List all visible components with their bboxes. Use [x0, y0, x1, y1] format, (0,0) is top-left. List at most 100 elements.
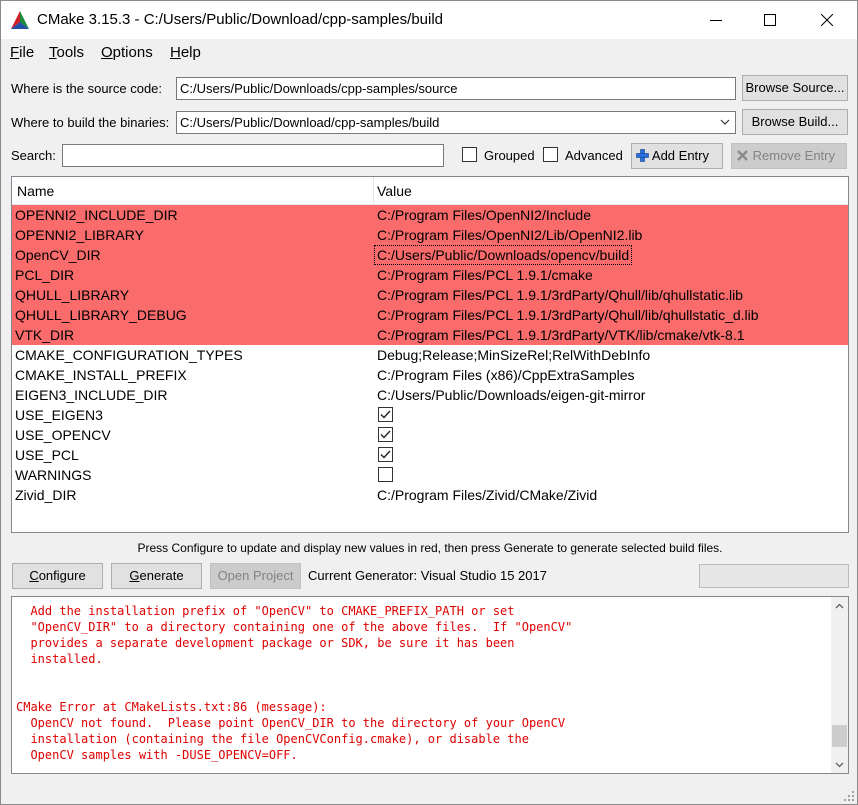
- browse-source-button[interactable]: Browse Source...: [742, 75, 848, 101]
- window-title: CMake 3.15.3 - C:/Users/Public/Download/…: [37, 11, 444, 28]
- cache-entry-name: USE_OPENCV: [15, 427, 111, 443]
- cache-entry-name: OpenCV_DIR: [15, 247, 101, 263]
- cache-entry-value[interactable]: C:/Program Files/PCL 1.9.1/3rdParty/VTK/…: [377, 327, 745, 343]
- table-row[interactable]: USE_EIGEN3: [12, 405, 848, 425]
- build-path-value: C:/Users/Public/Download/cpp-samples/bui…: [180, 115, 440, 130]
- cmake-window: CMake 3.15.3 - C:/Users/Public/Download/…: [0, 0, 858, 805]
- menu-file[interactable]: File: [10, 44, 34, 61]
- checkmark-icon: [380, 410, 391, 419]
- cache-entry-name: USE_EIGEN3: [15, 407, 103, 423]
- table-header: Name Value: [12, 177, 848, 205]
- chevron-down-icon: [835, 762, 844, 767]
- cache-entry-name: PCL_DIR: [15, 267, 75, 283]
- menu-help[interactable]: Help: [170, 44, 201, 61]
- current-generator: Current Generator: Visual Studio 15 2017: [308, 568, 547, 583]
- cache-entry-value[interactable]: C:/Program Files/Zivid/CMake/Zivid: [377, 487, 597, 503]
- log-scrollbar[interactable]: [831, 597, 848, 773]
- table-row[interactable]: VTK_DIR C:/Program Files/PCL 1.9.1/3rdPar…: [12, 325, 848, 345]
- minimize-button[interactable]: [693, 1, 739, 39]
- cache-entry-checkbox[interactable]: [378, 467, 393, 482]
- cache-entry-name: CMAKE_CONFIGURATION_TYPES: [15, 347, 243, 363]
- table-body: OPENNI2_INCLUDE_DIR C:/Program Files/Open…: [12, 205, 848, 505]
- resize-grip-icon[interactable]: [843, 790, 855, 802]
- cache-entry-checkbox[interactable]: [378, 447, 393, 462]
- cache-entry-name: WARNINGS: [15, 467, 92, 483]
- checkmark-icon: [380, 450, 391, 459]
- cache-entry-name: USE_PCL: [15, 447, 79, 463]
- scroll-down-button[interactable]: [831, 756, 848, 773]
- table-row[interactable]: QHULL_LIBRARY_DEBUG C:/Program Files/PCL …: [12, 305, 848, 325]
- grouped-checkbox[interactable]: [462, 147, 477, 162]
- table-row[interactable]: USE_OPENCV: [12, 425, 848, 445]
- table-row[interactable]: PCL_DIR C:/Program Files/PCL 1.9.1/cmake: [12, 265, 848, 285]
- cache-entry-name: OPENNI2_INCLUDE_DIR: [15, 207, 178, 223]
- remove-entry-label: Remove Entry: [752, 148, 835, 163]
- output-log[interactable]: Add the installation prefix of "OpenCV" …: [11, 596, 849, 774]
- menu-options[interactable]: Options: [101, 44, 153, 61]
- advanced-label: Advanced: [565, 148, 623, 163]
- advanced-checkbox[interactable]: [543, 147, 558, 162]
- log-text: Add the installation prefix of "OpenCV" …: [16, 604, 573, 762]
- cache-entry-name: OPENNI2_LIBRARY: [15, 227, 144, 243]
- chevron-down-icon[interactable]: [719, 116, 731, 128]
- cache-entry-value[interactable]: C:/Program Files/OpenNI2/Lib/OpenNI2.lib: [377, 227, 642, 243]
- table-row[interactable]: Zivid_DIR C:/Program Files/Zivid/CMake/Zi…: [12, 485, 848, 505]
- maximize-icon: [764, 14, 776, 26]
- search-input[interactable]: [62, 144, 444, 167]
- table-row[interactable]: QHULL_LIBRARY C:/Program Files/PCL 1.9.1/…: [12, 285, 848, 305]
- table-row[interactable]: OpenCV_DIR C:/Users/Public/Downloads/open…: [12, 245, 848, 265]
- cache-entry-value[interactable]: C:/Users/Public/Downloads/opencv/build: [373, 245, 633, 265]
- column-header-name[interactable]: Name: [17, 183, 54, 199]
- column-header-value[interactable]: Value: [377, 183, 412, 199]
- cache-entry-value[interactable]: C:/Program Files/PCL 1.9.1/cmake: [377, 267, 593, 283]
- scroll-thumb[interactable]: [832, 725, 847, 747]
- remove-entry-button[interactable]: Remove Entry: [731, 143, 847, 169]
- menu-tools[interactable]: Tools: [49, 44, 84, 61]
- cache-entry-value[interactable]: C:/Users/Public/Downloads/eigen-git-mirr…: [377, 387, 645, 403]
- chevron-up-icon: [835, 603, 844, 608]
- cache-entry-checkbox[interactable]: [378, 427, 393, 442]
- generate-button[interactable]: Generate: [111, 563, 202, 589]
- table-row[interactable]: EIGEN3_INCLUDE_DIR C:/Users/Public/Downlo…: [12, 385, 848, 405]
- cache-entry-value[interactable]: C:/Program Files/OpenNI2/Include: [377, 207, 591, 223]
- build-label: Where to build the binaries:: [11, 115, 170, 130]
- cache-entry-checkbox[interactable]: [378, 407, 393, 422]
- minimize-icon: [710, 20, 722, 21]
- build-path-combo[interactable]: C:/Users/Public/Download/cpp-samples/bui…: [176, 111, 736, 134]
- table-row[interactable]: USE_PCL: [12, 445, 848, 465]
- progress-bar: [699, 564, 849, 588]
- cache-entry-value[interactable]: Debug;Release;MinSizeRel;RelWithDebInfo: [377, 347, 650, 363]
- add-entry-button[interactable]: Add Entry: [631, 143, 723, 169]
- cache-entry-value[interactable]: C:/Program Files/PCL 1.9.1/3rdParty/Qhul…: [377, 287, 743, 303]
- menu-bar: File Tools Options Help: [1, 41, 857, 65]
- cache-entry-name: QHULL_LIBRARY: [15, 287, 130, 303]
- cache-table[interactable]: Name Value OPENNI2_INCLUDE_DIR C:/Program…: [11, 176, 849, 533]
- table-row[interactable]: WARNINGS: [12, 465, 848, 485]
- source-path-input[interactable]: C:/Users/Public/Downloads/cpp-samples/so…: [176, 77, 736, 100]
- column-divider[interactable]: [373, 177, 374, 205]
- remove-icon: [737, 150, 748, 161]
- scroll-up-button[interactable]: [831, 597, 848, 614]
- cmake-logo-icon: [11, 11, 29, 29]
- grouped-label: Grouped: [484, 148, 535, 163]
- title-bar[interactable]: CMake 3.15.3 - C:/Users/Public/Download/…: [1, 1, 857, 39]
- close-button[interactable]: [804, 1, 850, 39]
- configure-button[interactable]: Configure: [12, 563, 103, 589]
- cache-entry-name: QHULL_LIBRARY_DEBUG: [15, 307, 187, 323]
- table-row[interactable]: CMAKE_CONFIGURATION_TYPES Debug;Release;M…: [12, 345, 848, 365]
- open-project-button[interactable]: Open Project: [210, 563, 301, 589]
- cache-entry-name: CMAKE_INSTALL_PREFIX: [15, 367, 187, 383]
- cache-entry-name: EIGEN3_INCLUDE_DIR: [15, 387, 168, 403]
- table-row[interactable]: OPENNI2_INCLUDE_DIR C:/Program Files/Open…: [12, 205, 848, 225]
- checkmark-icon: [380, 430, 391, 439]
- maximize-button[interactable]: [747, 1, 793, 39]
- browse-build-button[interactable]: Browse Build...: [742, 109, 848, 135]
- search-label: Search:: [11, 148, 56, 163]
- table-row[interactable]: OPENNI2_LIBRARY C:/Program Files/OpenNI2/…: [12, 225, 848, 245]
- cache-entry-name: Zivid_DIR: [15, 487, 77, 503]
- cache-entry-name: VTK_DIR: [15, 327, 75, 343]
- cache-entry-value[interactable]: C:/Program Files (x86)/CppExtraSamples: [377, 367, 635, 383]
- close-icon: [821, 14, 833, 26]
- cache-entry-value[interactable]: C:/Program Files/PCL 1.9.1/3rdParty/Qhul…: [377, 307, 759, 323]
- table-row[interactable]: CMAKE_INSTALL_PREFIX C:/Program Files (x8…: [12, 365, 848, 385]
